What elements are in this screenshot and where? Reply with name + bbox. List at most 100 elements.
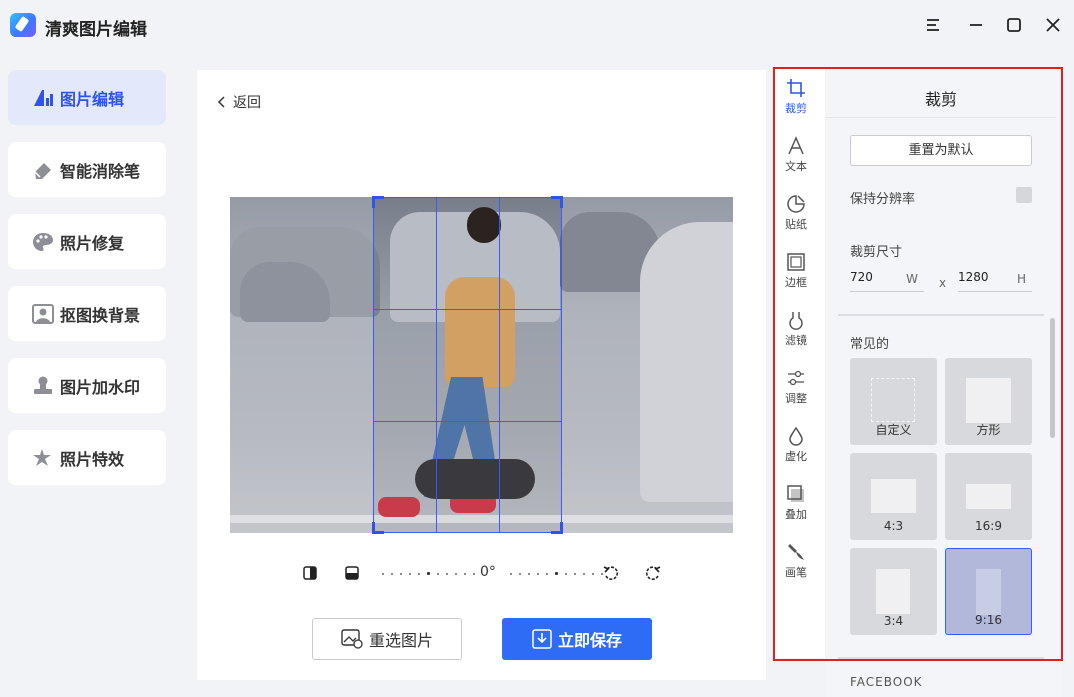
brush-icon <box>788 544 804 560</box>
tool-frame[interactable]: 边框 <box>775 252 817 290</box>
app-logo-icon <box>10 13 36 37</box>
tool-adjust[interactable]: 调整 <box>775 368 817 406</box>
frame-icon <box>787 253 805 271</box>
rotation-slider-right[interactable] <box>510 572 603 575</box>
title-bar: 清爽图片编辑 <box>0 0 1074 52</box>
palette-icon <box>33 233 53 251</box>
divider <box>826 117 1056 118</box>
crop-handle-top-left[interactable] <box>372 196 384 208</box>
reselect-image-button[interactable]: 重选图片 <box>312 618 462 660</box>
close-icon[interactable] <box>1040 12 1066 38</box>
flip-vertical-icon[interactable] <box>344 565 360 581</box>
flip-horizontal-icon[interactable] <box>302 565 318 581</box>
keep-resolution-label: 保持分辨率 <box>850 192 916 207</box>
crop-width-unit: W <box>906 272 918 286</box>
nav-label: 智能消除笔 <box>60 161 141 181</box>
rotation-slider-left[interactable] <box>382 572 475 575</box>
crop-panel-title: 裁剪 <box>924 90 957 109</box>
app-title: 清爽图片编辑 <box>45 20 147 40</box>
section-divider <box>838 314 1044 316</box>
nav-label: 抠图换背景 <box>60 305 141 325</box>
preset-16-9[interactable]: 16:9 <box>945 453 1032 540</box>
crop-width-field[interactable]: 720 W <box>850 270 924 292</box>
back-label: 返回 <box>233 95 261 111</box>
image-edit-icon <box>34 90 53 106</box>
crop-dim-right <box>562 197 733 533</box>
preset-shape <box>871 479 916 513</box>
rotate-right-icon[interactable] <box>644 564 662 582</box>
preset-shape <box>976 569 1001 615</box>
preset-label: 自定义 <box>875 423 912 437</box>
tool-label: 文本 <box>785 160 807 173</box>
tool-label: 贴纸 <box>785 218 807 231</box>
text-icon <box>788 136 804 155</box>
crop-grid-line <box>499 198 500 532</box>
tool-label: 叠加 <box>785 508 807 521</box>
nav-item-photo-effects[interactable]: 照片特效 <box>8 430 166 485</box>
sparkle-icon <box>33 449 51 466</box>
nav-item-image-edit[interactable]: 图片编辑 <box>8 70 166 125</box>
tool-label: 画笔 <box>785 566 807 579</box>
crop-dim-left <box>230 197 373 533</box>
preset-label: 4:3 <box>883 519 904 533</box>
reselect-label: 重选图片 <box>368 631 433 650</box>
portrait-icon <box>32 304 54 324</box>
minimize-icon[interactable] <box>963 12 989 38</box>
maximize-icon[interactable] <box>1001 12 1027 38</box>
preset-square[interactable]: 方形 <box>945 358 1032 445</box>
nav-item-photo-repair[interactable]: 照片修复 <box>8 214 166 269</box>
crop-height-field[interactable]: 1280 H <box>958 270 1032 292</box>
save-label: 立即保存 <box>557 631 622 650</box>
preset-custom[interactable]: 自定义 <box>850 358 937 445</box>
tool-brush[interactable]: 画笔 <box>775 542 817 580</box>
tool-filter[interactable]: 滤镜 <box>775 310 817 348</box>
tool-overlay[interactable]: 叠加 <box>775 484 817 522</box>
nav-item-watermark[interactable]: 图片加水印 <box>8 358 166 413</box>
crop-handle-bottom-right[interactable] <box>551 522 563 534</box>
crop-height-value: 1280 <box>958 270 989 284</box>
preset-4-3[interactable]: 4:3 <box>850 453 937 540</box>
download-icon <box>532 629 552 649</box>
crop-grid-line <box>436 198 437 532</box>
tool-sticker[interactable]: 贴纸 <box>775 194 817 232</box>
tool-label: 虚化 <box>785 450 807 463</box>
rotation-angle: 0° <box>480 564 496 580</box>
tool-label: 裁剪 <box>785 102 807 115</box>
tool-text[interactable]: 文本 <box>775 136 817 174</box>
preset-3-4[interactable]: 3:4 <box>850 548 937 635</box>
crop-grid-line <box>374 421 561 422</box>
nav-item-smart-eraser[interactable]: 智能消除笔 <box>8 142 166 197</box>
tool-blur[interactable]: 虚化 <box>775 426 817 464</box>
chevron-left-icon <box>217 96 225 108</box>
tool-crop[interactable]: 裁剪 <box>775 78 817 116</box>
preset-9-16[interactable]: 9:16 <box>945 548 1032 635</box>
preset-label: 16:9 <box>975 519 1002 533</box>
keep-resolution-checkbox[interactable] <box>1016 187 1032 203</box>
panel-scrollbar[interactable] <box>1050 318 1055 438</box>
crop-width-value: 720 <box>850 270 873 284</box>
crop-frame[interactable] <box>373 197 562 533</box>
adjust-icon <box>788 370 804 386</box>
reset-default-button[interactable]: 重置为默认 <box>850 135 1032 166</box>
filter-icon <box>789 312 803 330</box>
nav-label: 图片加水印 <box>60 377 141 397</box>
tool-label: 滤镜 <box>785 334 807 347</box>
size-separator: x <box>939 276 947 290</box>
tool-label: 边框 <box>785 276 807 289</box>
preset-label: 9:16 <box>975 613 1002 627</box>
nav-item-cutout-background[interactable]: 抠图换背景 <box>8 286 166 341</box>
preset-label: 3:4 <box>883 614 904 628</box>
stamp-icon <box>34 376 52 394</box>
nav-label: 图片编辑 <box>60 89 125 109</box>
common-presets-label: 常见的 <box>850 337 890 352</box>
crop-handle-top-right[interactable] <box>551 196 563 208</box>
crop-icon <box>787 79 805 97</box>
menu-icon[interactable] <box>920 12 946 38</box>
preset-label: 方形 <box>976 423 1001 437</box>
save-now-button[interactable]: 立即保存 <box>502 618 652 660</box>
crop-handle-bottom-left[interactable] <box>372 522 384 534</box>
rotate-left-icon[interactable] <box>602 564 620 582</box>
preset-shape <box>966 378 1011 423</box>
crop-height-unit: H <box>1016 272 1026 286</box>
back-button[interactable]: 返回 <box>217 92 261 112</box>
